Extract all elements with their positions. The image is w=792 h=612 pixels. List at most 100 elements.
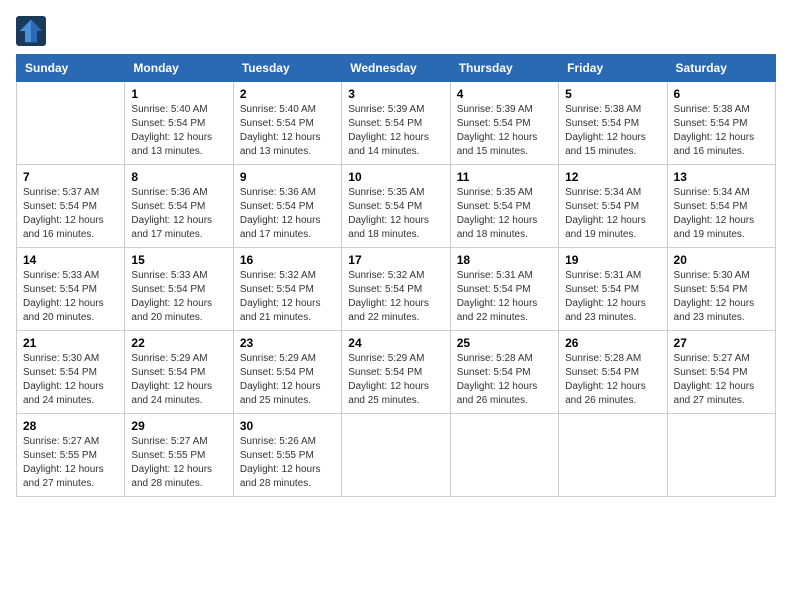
day-cell: 14 Sunrise: 5:33 AMSunset: 5:54 PMDayligh…: [17, 248, 125, 331]
day-info: Sunrise: 5:27 AMSunset: 5:54 PMDaylight:…: [674, 352, 769, 408]
day-cell: 30 Sunrise: 5:26 AMSunset: 5:55 PMDayligh…: [233, 414, 341, 497]
weekday-header-friday: Friday: [559, 55, 667, 82]
day-cell: 16 Sunrise: 5:32 AMSunset: 5:54 PMDayligh…: [233, 248, 341, 331]
weekday-header-wednesday: Wednesday: [342, 55, 450, 82]
day-number: 30: [240, 419, 335, 433]
day-cell: 1 Sunrise: 5:40 AMSunset: 5:54 PMDaylight…: [125, 82, 233, 165]
day-number: 17: [348, 253, 443, 267]
day-number: 28: [23, 419, 118, 433]
day-info: Sunrise: 5:31 AMSunset: 5:54 PMDaylight:…: [457, 269, 552, 325]
day-cell: [450, 414, 558, 497]
week-row-1: 1 Sunrise: 5:40 AMSunset: 5:54 PMDaylight…: [17, 82, 776, 165]
weekday-header-sunday: Sunday: [17, 55, 125, 82]
day-number: 9: [240, 170, 335, 184]
page-header: [16, 16, 776, 46]
day-number: 25: [457, 336, 552, 350]
day-cell: 23 Sunrise: 5:29 AMSunset: 5:54 PMDayligh…: [233, 331, 341, 414]
day-number: 29: [131, 419, 226, 433]
day-info: Sunrise: 5:35 AMSunset: 5:54 PMDaylight:…: [348, 186, 443, 242]
day-number: 19: [565, 253, 660, 267]
day-info: Sunrise: 5:27 AMSunset: 5:55 PMDaylight:…: [131, 435, 226, 491]
day-cell: 6Sunrise: 5:38 AMSunset: 5:54 PMDaylight…: [667, 82, 775, 165]
day-cell: 11 Sunrise: 5:35 AMSunset: 5:54 PMDayligh…: [450, 165, 558, 248]
day-cell: 21 Sunrise: 5:30 AMSunset: 5:54 PMDayligh…: [17, 331, 125, 414]
day-cell: 3Sunrise: 5:39 AMSunset: 5:54 PMDaylight…: [342, 82, 450, 165]
day-cell: 29 Sunrise: 5:27 AMSunset: 5:55 PMDayligh…: [125, 414, 233, 497]
day-cell: 2 Sunrise: 5:40 AMSunset: 5:54 PMDaylight…: [233, 82, 341, 165]
weekday-header-row: SundayMondayTuesdayWednesdayThursdayFrid…: [17, 55, 776, 82]
day-cell: 19 Sunrise: 5:31 AMSunset: 5:54 PMDayligh…: [559, 248, 667, 331]
day-info: Sunrise: 5:36 AMSunset: 5:54 PMDaylight:…: [131, 186, 226, 242]
day-cell: 12 Sunrise: 5:34 AMSunset: 5:54 PMDayligh…: [559, 165, 667, 248]
day-info: Sunrise: 5:33 AMSunset: 5:54 PMDaylight:…: [23, 269, 118, 325]
logo: [16, 16, 50, 46]
calendar-table: SundayMondayTuesdayWednesdayThursdayFrid…: [16, 54, 776, 497]
day-number: 26: [565, 336, 660, 350]
day-number: 11: [457, 170, 552, 184]
week-row-5: 28 Sunrise: 5:27 AMSunset: 5:55 PMDayligh…: [17, 414, 776, 497]
weekday-header-monday: Monday: [125, 55, 233, 82]
day-cell: 26 Sunrise: 5:28 AMSunset: 5:54 PMDayligh…: [559, 331, 667, 414]
day-info: Sunrise: 5:26 AMSunset: 5:55 PMDaylight:…: [240, 435, 335, 491]
day-info: Sunrise: 5:38 AMSunset: 5:54 PMDaylight:…: [565, 103, 660, 159]
day-cell: 5 Sunrise: 5:38 AMSunset: 5:54 PMDaylight…: [559, 82, 667, 165]
day-cell: 15Sunrise: 5:33 AMSunset: 5:54 PMDayligh…: [125, 248, 233, 331]
day-number: 16: [240, 253, 335, 267]
day-info: Sunrise: 5:40 AMSunset: 5:54 PMDaylight:…: [131, 103, 226, 159]
week-row-2: 7 Sunrise: 5:37 AMSunset: 5:54 PMDaylight…: [17, 165, 776, 248]
day-info: Sunrise: 5:39 AMSunset: 5:54 PMDaylight:…: [457, 103, 552, 159]
day-number: 21: [23, 336, 118, 350]
weekday-header-saturday: Saturday: [667, 55, 775, 82]
day-number: 4: [457, 87, 552, 101]
day-number: 1: [131, 87, 226, 101]
day-cell: 7 Sunrise: 5:37 AMSunset: 5:54 PMDaylight…: [17, 165, 125, 248]
day-info: Sunrise: 5:29 AMSunset: 5:54 PMDaylight:…: [240, 352, 335, 408]
day-info: Sunrise: 5:37 AMSunset: 5:54 PMDaylight:…: [23, 186, 118, 242]
day-number: 23: [240, 336, 335, 350]
day-number: 14: [23, 253, 118, 267]
day-number: 22: [131, 336, 226, 350]
day-cell: 22Sunrise: 5:29 AMSunset: 5:54 PMDayligh…: [125, 331, 233, 414]
day-cell: 10Sunrise: 5:35 AMSunset: 5:54 PMDayligh…: [342, 165, 450, 248]
day-info: Sunrise: 5:34 AMSunset: 5:54 PMDaylight:…: [565, 186, 660, 242]
day-number: 5: [565, 87, 660, 101]
day-cell: [667, 414, 775, 497]
day-cell: 4 Sunrise: 5:39 AMSunset: 5:54 PMDaylight…: [450, 82, 558, 165]
day-info: Sunrise: 5:27 AMSunset: 5:55 PMDaylight:…: [23, 435, 118, 491]
day-cell: 17 Sunrise: 5:32 AMSunset: 5:54 PMDayligh…: [342, 248, 450, 331]
day-number: 7: [23, 170, 118, 184]
day-info: Sunrise: 5:33 AMSunset: 5:54 PMDaylight:…: [131, 269, 226, 325]
day-cell: 18 Sunrise: 5:31 AMSunset: 5:54 PMDayligh…: [450, 248, 558, 331]
day-number: 12: [565, 170, 660, 184]
day-info: Sunrise: 5:32 AMSunset: 5:54 PMDaylight:…: [348, 269, 443, 325]
day-info: Sunrise: 5:35 AMSunset: 5:54 PMDaylight:…: [457, 186, 552, 242]
day-info: Sunrise: 5:28 AMSunset: 5:54 PMDaylight:…: [457, 352, 552, 408]
day-info: Sunrise: 5:40 AMSunset: 5:54 PMDaylight:…: [240, 103, 335, 159]
day-info: Sunrise: 5:34 AMSunset: 5:54 PMDaylight:…: [674, 186, 769, 242]
day-cell: 25 Sunrise: 5:28 AMSunset: 5:54 PMDayligh…: [450, 331, 558, 414]
logo-icon: [16, 16, 46, 46]
day-info: Sunrise: 5:31 AMSunset: 5:54 PMDaylight:…: [565, 269, 660, 325]
day-number: 18: [457, 253, 552, 267]
weekday-header-tuesday: Tuesday: [233, 55, 341, 82]
day-number: 3: [348, 87, 443, 101]
day-info: Sunrise: 5:29 AMSunset: 5:54 PMDaylight:…: [348, 352, 443, 408]
day-number: 13: [674, 170, 769, 184]
day-info: Sunrise: 5:30 AMSunset: 5:54 PMDaylight:…: [674, 269, 769, 325]
day-info: Sunrise: 5:38 AMSunset: 5:54 PMDaylight:…: [674, 103, 769, 159]
day-cell: 13 Sunrise: 5:34 AMSunset: 5:54 PMDayligh…: [667, 165, 775, 248]
day-cell: [342, 414, 450, 497]
day-number: 8: [131, 170, 226, 184]
week-row-4: 21 Sunrise: 5:30 AMSunset: 5:54 PMDayligh…: [17, 331, 776, 414]
day-number: 27: [674, 336, 769, 350]
day-info: Sunrise: 5:28 AMSunset: 5:54 PMDaylight:…: [565, 352, 660, 408]
day-info: Sunrise: 5:36 AMSunset: 5:54 PMDaylight:…: [240, 186, 335, 242]
day-cell: 27 Sunrise: 5:27 AMSunset: 5:54 PMDayligh…: [667, 331, 775, 414]
day-number: 24: [348, 336, 443, 350]
day-number: 2: [240, 87, 335, 101]
day-info: Sunrise: 5:30 AMSunset: 5:54 PMDaylight:…: [23, 352, 118, 408]
day-cell: [559, 414, 667, 497]
day-info: Sunrise: 5:32 AMSunset: 5:54 PMDaylight:…: [240, 269, 335, 325]
day-cell: 28 Sunrise: 5:27 AMSunset: 5:55 PMDayligh…: [17, 414, 125, 497]
day-cell: 9 Sunrise: 5:36 AMSunset: 5:54 PMDaylight…: [233, 165, 341, 248]
